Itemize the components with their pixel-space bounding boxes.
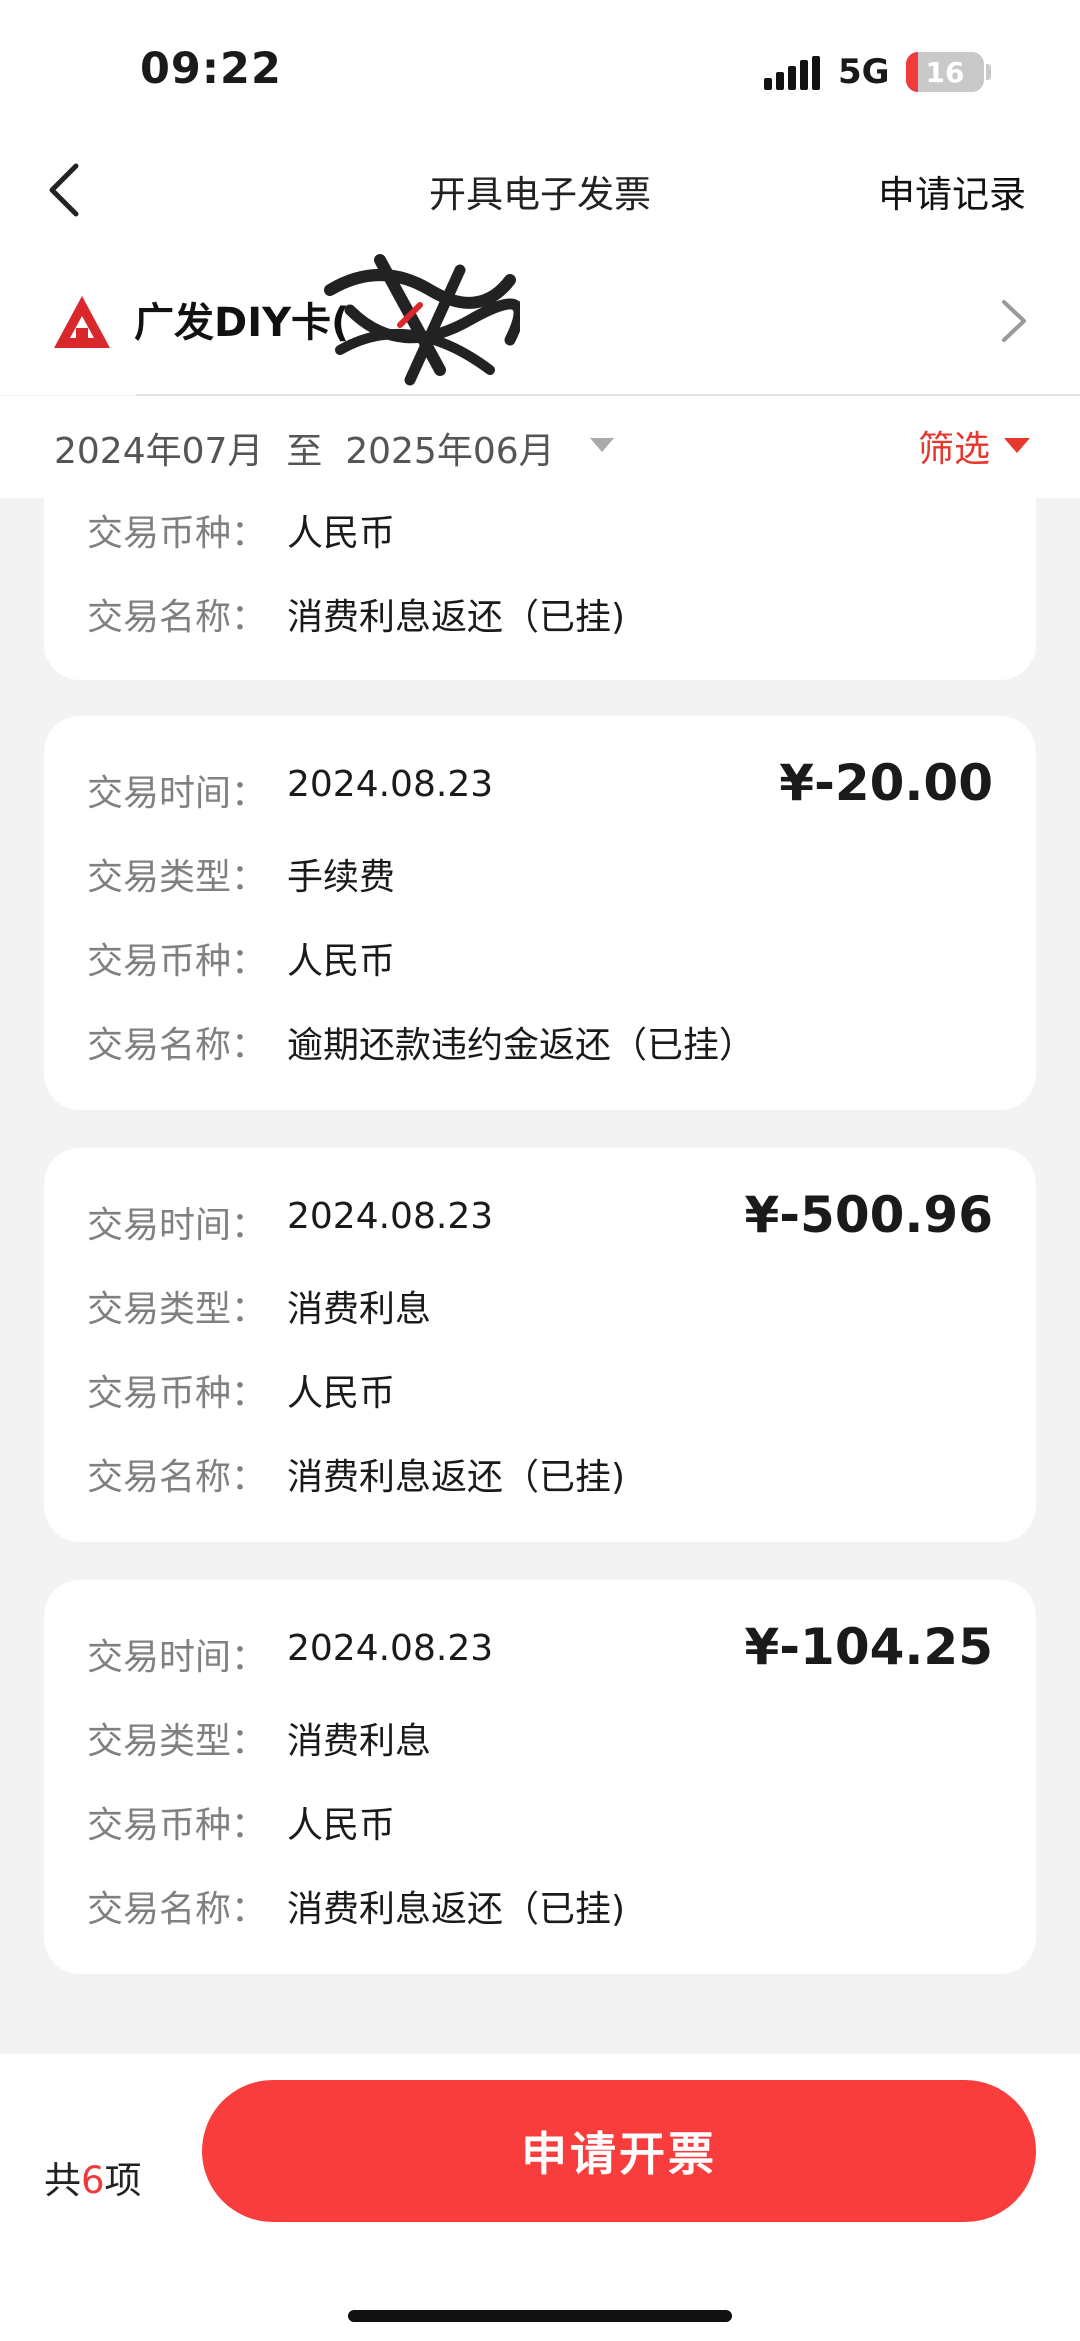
type-label: 交易类型： xyxy=(87,857,268,898)
type-row: 交易类型： 消费利息 xyxy=(87,1280,431,1332)
caret-down-icon[interactable] xyxy=(590,438,614,454)
total-number: 6 xyxy=(81,2159,105,2202)
redaction-scribble xyxy=(324,254,520,386)
currency-label: 交易币种： xyxy=(87,513,268,554)
currency-label: 交易币种： xyxy=(87,1373,268,1414)
signal-icon xyxy=(764,56,820,90)
status-time: 09:22 xyxy=(140,44,282,94)
name-label: 交易名称： xyxy=(87,597,268,638)
name-value: 消费利息返还（已挂) xyxy=(287,597,626,638)
transaction-list[interactable]: 交易币种： 人民币 交易名称： 消费利息返还（已挂) 交易时间： 2024.08… xyxy=(0,498,1080,2054)
currency-row: 交易币种： 人民币 xyxy=(87,504,395,556)
name-row: 交易名称： 消费利息返还（已挂) xyxy=(87,588,625,640)
time-label: 交易时间： xyxy=(87,1205,268,1246)
amount: ¥-20.00 xyxy=(779,754,993,812)
name-row: 交易名称： 消费利息返还（已挂) xyxy=(87,1448,625,1500)
time-row: 交易时间： 2024.08.23 xyxy=(87,1628,493,1680)
amount: ¥-104.25 xyxy=(744,1618,994,1676)
type-value: 消费利息 xyxy=(287,1289,432,1330)
total-prefix: 共 xyxy=(44,2159,81,2202)
type-value: 手续费 xyxy=(287,857,396,898)
currency-value: 人民币 xyxy=(287,1805,396,1846)
time-row: 交易时间： 2024.08.23 xyxy=(87,764,493,816)
caret-down-icon xyxy=(1004,438,1031,453)
chevron-right-icon xyxy=(1002,300,1026,342)
time-value: 2024.08.23 xyxy=(287,1628,494,1669)
type-label: 交易类型： xyxy=(87,1289,268,1330)
type-label: 交易类型： xyxy=(87,1721,268,1762)
name-value: 消费利息返还（已挂) xyxy=(287,1457,626,1498)
home-indicator[interactable] xyxy=(348,2310,732,2322)
type-row: 交易类型： 手续费 xyxy=(87,848,395,900)
currency-row: 交易币种： 人民币 xyxy=(87,1364,395,1416)
date-range-selector[interactable]: 2024年07月 至 2025年06月 xyxy=(54,422,555,474)
name-row: 交易名称： 逾期还款违约金返还（已挂） xyxy=(87,1016,755,1068)
name-label: 交易名称： xyxy=(87,1025,268,1066)
time-value: 2024.08.23 xyxy=(287,1196,494,1237)
currency-value: 人民币 xyxy=(287,941,396,982)
name-label: 交易名称： xyxy=(87,1889,268,1930)
network-label: 5G xyxy=(838,52,890,92)
total-count: 共6项 xyxy=(44,2150,142,2204)
filter-button[interactable]: 筛选 xyxy=(918,420,1031,472)
nav-bar: 开具电子发票 申请记录 xyxy=(0,140,1080,240)
name-value: 逾期还款违约金返还（已挂） xyxy=(287,1025,756,1066)
filter-bar: 2024年07月 至 2025年06月 筛选 xyxy=(0,396,1080,498)
transaction-card[interactable]: 交易币种： 人民币 交易名称： 消费利息返还（已挂) xyxy=(44,498,1036,680)
status-bar: 09:22 5G 16 xyxy=(0,0,1080,140)
time-row: 交易时间： 2024.08.23 xyxy=(87,1196,493,1248)
battery-percent: 16 xyxy=(925,55,965,89)
currency-value: 人民币 xyxy=(287,513,396,554)
name-row: 交易名称： 消费利息返还（已挂) xyxy=(87,1880,625,1932)
type-row: 交易类型： 消费利息 xyxy=(87,1712,431,1764)
currency-value: 人民币 xyxy=(287,1373,396,1414)
time-label: 交易时间： xyxy=(87,1637,268,1678)
type-value: 消费利息 xyxy=(287,1721,432,1762)
bottom-bar: 共6项 申请开票 xyxy=(0,2054,1080,2341)
bank-logo-icon xyxy=(54,296,110,348)
transaction-card[interactable]: 交易时间： 2024.08.23 ¥-20.00 交易类型： 手续费 交易币种：… xyxy=(44,716,1036,1110)
currency-label: 交易币种： xyxy=(87,941,268,982)
card-name: 广发DIY卡( xyxy=(134,300,350,346)
transaction-card[interactable]: 交易时间： 2024.08.23 ¥-500.96 交易类型： 消费利息 交易币… xyxy=(44,1148,1036,1542)
total-suffix: 项 xyxy=(104,2159,142,2202)
amount: ¥-500.96 xyxy=(744,1186,994,1244)
battery-icon: 16 xyxy=(906,52,984,92)
time-value: 2024.08.23 xyxy=(287,764,494,805)
apply-records-link[interactable]: 申请记录 xyxy=(878,164,1026,218)
currency-row: 交易币种： 人民币 xyxy=(87,932,395,984)
card-selector[interactable]: 广发DIY卡( xyxy=(0,240,1080,396)
battery-cap xyxy=(986,64,991,80)
currency-label: 交易币种： xyxy=(87,1805,268,1846)
time-label: 交易时间： xyxy=(87,773,268,814)
name-value: 消费利息返还（已挂) xyxy=(287,1889,626,1930)
apply-invoice-button[interactable]: 申请开票 xyxy=(202,2080,1036,2222)
name-label: 交易名称： xyxy=(87,1457,268,1498)
currency-row: 交易币种： 人民币 xyxy=(87,1796,395,1848)
filter-label: 筛选 xyxy=(918,429,991,470)
transaction-card[interactable]: 交易时间： 2024.08.23 ¥-104.25 交易类型： 消费利息 交易币… xyxy=(44,1580,1036,1974)
